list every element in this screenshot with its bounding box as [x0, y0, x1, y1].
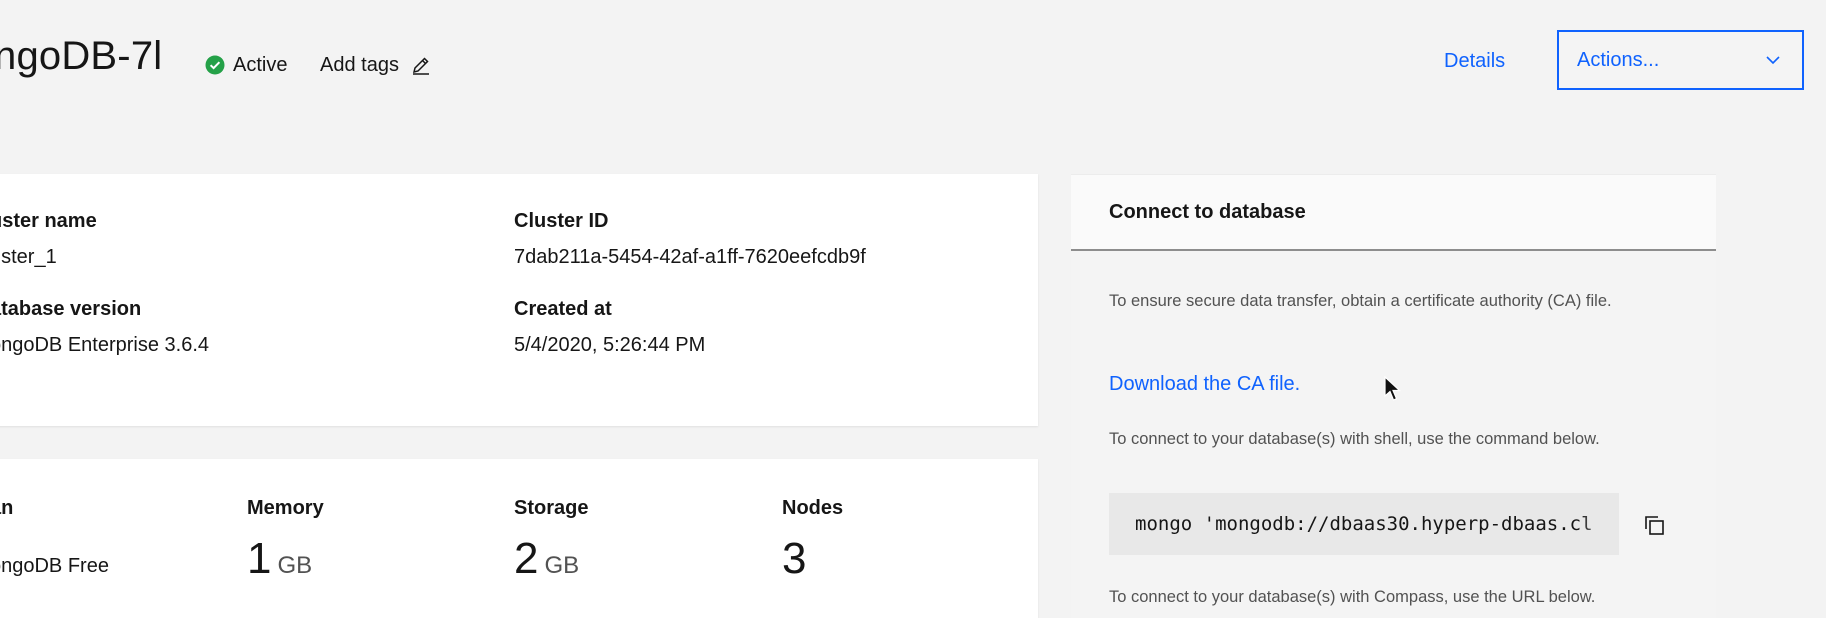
compass-description: To connect to your database(s) with Comp… [1109, 588, 1596, 606]
memory-value: 1 GB [247, 537, 312, 581]
plan-label: an [0, 497, 14, 519]
nodes-label: Nodes [782, 497, 844, 519]
cluster-id-value: 7dab211a-5454-42af-a1ff-7620eefcdb9f [514, 246, 866, 268]
plan-value: ongoDB Free [0, 555, 109, 577]
created-at-value: 5/4/2020, 5:26:44 PM [514, 334, 706, 356]
check-circle-icon [205, 55, 225, 75]
page: ngoDB-7l Active Add tags Details Actions… [0, 0, 1826, 618]
memory-label: Memory [247, 497, 324, 519]
status-text: Active [233, 53, 288, 76]
cluster-id-label: Cluster ID [514, 210, 609, 232]
ca-description: To ensure secure data transfer, obtain a… [1109, 292, 1612, 310]
status-badge: Active [205, 53, 287, 77]
cluster-name-label: uster name [0, 210, 97, 232]
memory-number: 1 [247, 534, 272, 583]
storage-number: 2 [514, 534, 539, 583]
chevron-down-icon [1766, 56, 1780, 65]
cluster-name-value: uster_1 [0, 246, 57, 268]
created-at-label: Created at [514, 298, 612, 320]
mouse-pointer-icon [1384, 376, 1402, 401]
add-tags-button[interactable]: Add tags [320, 53, 431, 77]
download-ca-link[interactable]: Download the CA file. [1109, 373, 1300, 396]
code-fade [1579, 493, 1619, 555]
details-link[interactable]: Details [1444, 50, 1505, 73]
connect-title: Connect to database [1109, 200, 1306, 223]
pencil-icon [412, 57, 429, 75]
shell-command: mongo 'mongodb://dbaas30.hyperp-dbaas.cl [1135, 513, 1593, 535]
copy-button[interactable] [1634, 505, 1674, 545]
memory-unit: GB [277, 552, 313, 579]
shell-command-box[interactable]: mongo 'mongodb://dbaas30.hyperp-dbaas.cl [1109, 493, 1619, 555]
actions-dropdown[interactable]: Actions... [1557, 30, 1804, 90]
plan-card: an ongoDB Free Memory 1GB Storage 2GB No… [0, 459, 1038, 618]
copy-icon [1645, 516, 1664, 535]
actions-label: Actions... [1577, 48, 1660, 71]
add-tags-label: Add tags [320, 53, 399, 76]
overview-card: uster name uster_1 Cluster ID 7dab211a-5… [0, 174, 1038, 426]
storage-value: 2 GB [514, 537, 579, 581]
storage-unit: GB [544, 552, 580, 579]
database-version-value: ongoDB Enterprise 3.6.4 [0, 334, 210, 356]
nodes-value: 3 [782, 534, 807, 583]
page-title: ngoDB-7l [0, 34, 163, 78]
database-version-label: atabase version [0, 298, 142, 320]
connect-header: Connect to database [1071, 175, 1716, 251]
shell-description: To connect to your database(s) with shel… [1109, 430, 1600, 448]
storage-label: Storage [514, 497, 589, 519]
